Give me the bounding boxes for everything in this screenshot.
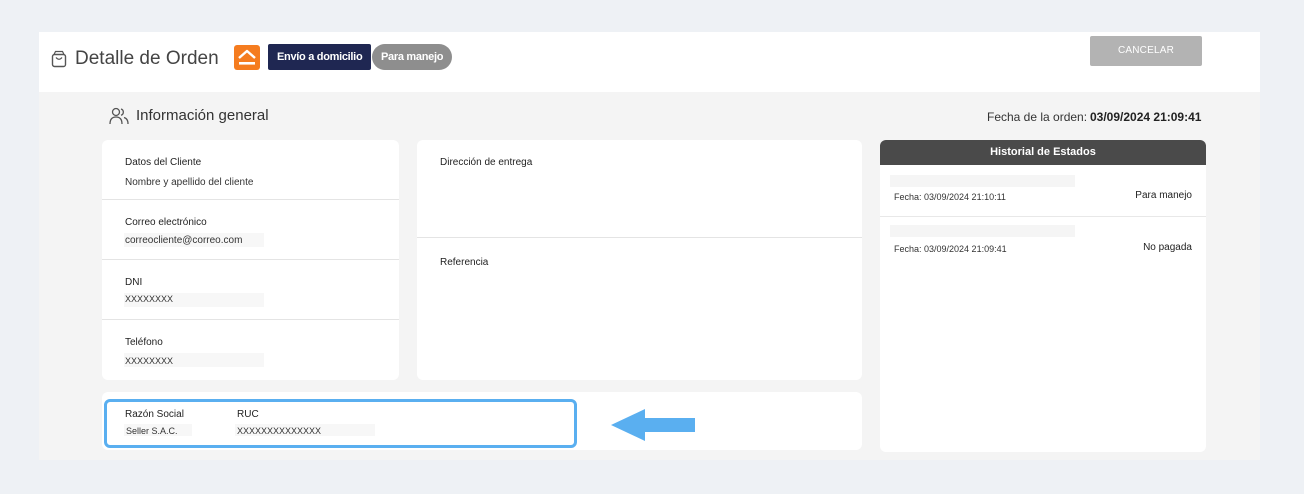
client-phone-label: Teléfono (125, 337, 163, 348)
address-divider (417, 237, 862, 238)
client-email-value: correocliente@correo.com (125, 235, 243, 246)
business-name-label: Razón Social (125, 409, 184, 420)
client-info-card: Datos del Cliente Nombre y apellido del … (102, 140, 399, 380)
client-email-label: Correo electrónico (125, 217, 207, 228)
client-name-value: Nombre y apellido del cliente (125, 177, 254, 188)
history-entry-date: Fecha: 03/09/2024 21:10:11 (894, 192, 1006, 202)
client-dni-label: DNI (125, 277, 143, 288)
store-logo (234, 45, 260, 70)
client-phone-row: Teléfono XXXXXXXX (102, 320, 399, 380)
top-bar: Detalle de Orden Envío a domicilio Para … (39, 32, 1260, 92)
order-detail-screen: Detalle de Orden Envío a domicilio Para … (39, 32, 1260, 460)
client-email-row: Correo electrónico correocliente@correo.… (102, 200, 399, 260)
history-entry-status: No pagada (1143, 242, 1192, 253)
device-frame: Detalle de Orden Envío a domicilio Para … (0, 0, 1304, 494)
ruc-label: RUC (237, 409, 259, 420)
order-date-label: Fecha de la orden: (987, 110, 1088, 124)
history-entry: Fecha: 03/09/2024 21:09:41 No pagada (880, 217, 1206, 269)
address-card: Dirección de entrega Referencia (417, 140, 862, 380)
shipping-type-badge: Envío a domicilio (268, 44, 372, 70)
shopping-bag-icon (51, 50, 67, 68)
delivery-address-label: Dirección de entrega (440, 157, 533, 168)
reference-label: Referencia (440, 257, 489, 268)
client-phone-value: XXXXXXXX (125, 356, 174, 366)
status-history-title: Historial de Estados (880, 140, 1206, 165)
history-entry-placeholder (890, 175, 1075, 187)
client-name-row: Datos del Cliente Nombre y apellido del … (102, 140, 399, 200)
history-entry-date: Fecha: 03/09/2024 21:09:41 (894, 244, 1007, 254)
client-name-label: Datos del Cliente (125, 157, 202, 168)
order-status-badge: Para manejo (372, 44, 453, 70)
users-icon (109, 107, 129, 125)
cancel-button[interactable]: CANCELAR (1090, 36, 1202, 66)
client-dni-row: DNI XXXXXXXX (102, 260, 399, 320)
ruc-value: XXXXXXXXXXXXXX (237, 426, 322, 436)
history-entry-status: Para manejo (1135, 190, 1192, 201)
history-entry-placeholder (890, 225, 1075, 237)
section-title: Información general (136, 107, 269, 124)
store-logo-icon (238, 49, 256, 65)
status-history-card: Historial de Estados Fecha: 03/09/2024 2… (880, 140, 1206, 452)
arrow-left-icon (611, 409, 695, 441)
client-dni-value: XXXXXXXX (125, 294, 174, 304)
history-entry: Fecha: 03/09/2024 21:10:11 Para manejo (880, 165, 1206, 217)
business-name-value: Seller S.A.C. (126, 426, 178, 436)
page-title: Detalle de Orden (75, 48, 219, 69)
order-date-value: 03/09/2024 21:09:41 (1090, 110, 1202, 124)
